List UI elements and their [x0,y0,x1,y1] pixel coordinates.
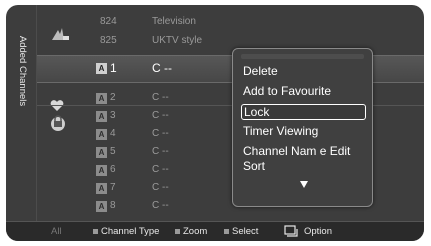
popup-header-bar [241,54,364,59]
channel-name: C -- [152,61,172,75]
all-filter-label[interactable]: All [51,226,62,237]
channel-type-badge: A [96,63,107,74]
channel-name: C -- [152,110,169,121]
channel-number: 1 [110,61,117,75]
zoom-label[interactable]: Zoom [183,226,207,237]
channel-name: UKTV style [152,35,203,46]
menu-item-channel-name-edit[interactable]: Channel Nam e Edit [241,144,364,158]
lock-icon[interactable] [50,114,66,137]
channel-number: 5 [110,146,116,157]
down-arrow-icon[interactable] [300,181,308,188]
channel-type-label[interactable]: Channel Type [101,226,159,237]
menu-item-delete[interactable]: Delete [241,64,364,78]
channel-name: Television [152,16,196,27]
channel-number: 8 [110,200,116,211]
channel-type-badge: A [96,201,107,212]
channel-number: 825 [100,35,117,46]
bottom-help-bar: All Channel Type Zoom Select Option [6,221,424,241]
antenna-icon[interactable] [50,26,70,47]
sidebar-divider [36,5,37,221]
channel-name: C -- [152,128,169,139]
channel-type-badge: A [96,111,107,122]
channel-name: C -- [152,146,169,157]
channel-name: C -- [152,164,169,175]
channel-type-badge: A [96,165,107,176]
channel-type-badge: A [96,93,107,104]
channel-number: 3 [110,110,116,121]
channel-number: 6 [110,164,116,175]
option-label[interactable]: Option [304,226,332,237]
channel-number: 2 [110,92,116,103]
square-bullet-icon [93,229,98,234]
square-bullet-icon [175,229,180,234]
channel-type-badge: A [96,147,107,158]
channel-number: 4 [110,128,116,139]
square-bullet-icon [224,229,229,234]
menu-item-sort[interactable]: Sort [241,159,364,173]
channel-name: C -- [152,182,169,193]
channel-type-badge: A [96,129,107,140]
channel-type-badge: A [96,183,107,194]
channel-name: C -- [152,92,169,103]
sidebar-label: Added Channels [17,35,28,107]
channel-list-screen: Added Channels 824 Television 825 UKTV s… [6,5,424,241]
option-remote-icon [284,225,298,241]
channel-number: 824 [100,16,117,27]
channel-name: C -- [152,200,169,211]
menu-item-timer-viewing[interactable]: Timer Viewing [241,124,364,138]
select-label[interactable]: Select [232,226,258,237]
menu-item-lock[interactable]: Lock [241,104,366,120]
option-popup-menu: Delete Add to Favourite Lock Timer Viewi… [232,48,373,207]
menu-item-add-to-favourite[interactable]: Add to Favourite [241,84,364,98]
channel-number: 7 [110,182,116,193]
